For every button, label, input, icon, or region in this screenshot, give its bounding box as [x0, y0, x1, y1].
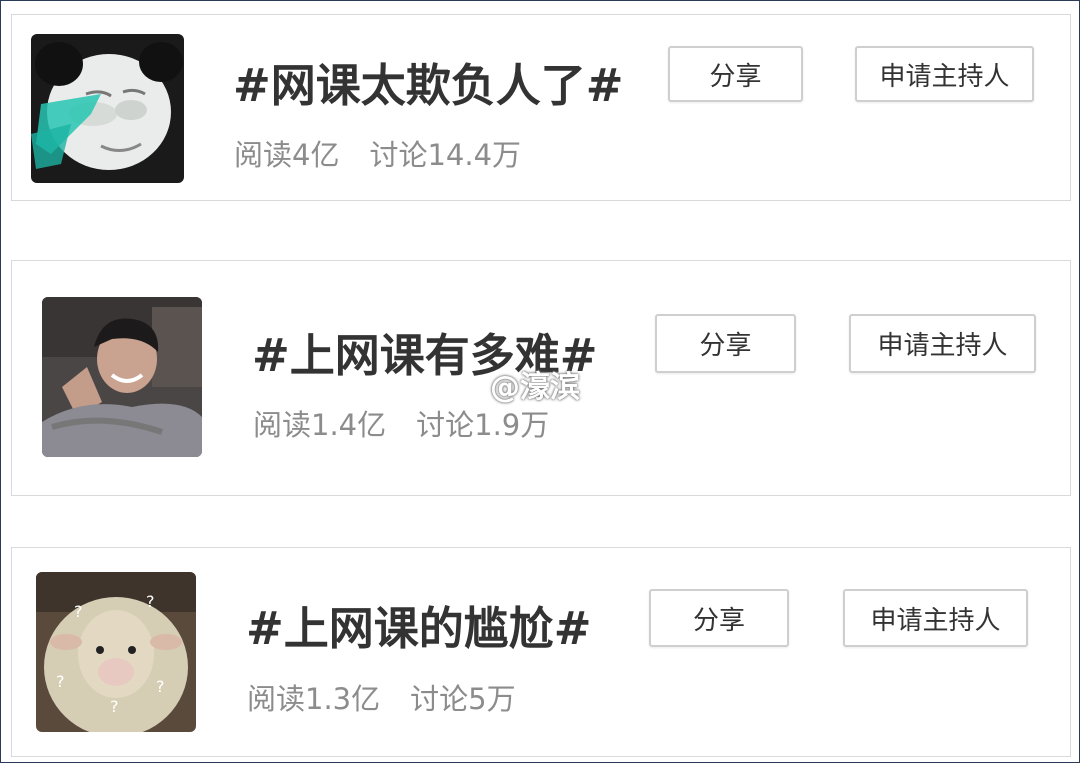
read-count: 阅读1.4亿: [253, 408, 387, 442]
smiling-man-photo[interactable]: [42, 297, 202, 457]
svg-text:?: ?: [156, 677, 165, 696]
svg-text:?: ?: [110, 697, 119, 716]
svg-text:?: ?: [146, 592, 155, 611]
topic-stats: 阅读1.4亿 讨论1.9万: [253, 402, 549, 444]
topic-stats: 阅读4亿 讨论14.4万: [234, 132, 521, 174]
watermark: @濠滨: [490, 370, 580, 405]
topic-stats: 阅读1.3亿 讨论5万: [247, 676, 516, 718]
topic-title[interactable]: #网课太欺负人了#: [233, 49, 623, 114]
topic-title[interactable]: #上网课的尴尬#: [246, 592, 591, 657]
share-button[interactable]: 分享: [655, 314, 796, 373]
discussion-count: 讨论1.9万: [416, 408, 550, 442]
svg-text:?: ?: [56, 672, 65, 691]
share-button[interactable]: 分享: [649, 589, 789, 647]
panda-meme-face-image[interactable]: [31, 34, 184, 183]
confused-sheep-photo[interactable]: ? ? ? ? ?: [36, 572, 196, 732]
read-count: 阅读1.3亿: [247, 682, 381, 716]
apply-host-button[interactable]: 申请主持人: [855, 46, 1034, 102]
svg-text:?: ?: [74, 602, 83, 621]
discussion-count: 讨论14.4万: [369, 138, 522, 172]
topic-card[interactable]: #网课太欺负人了# 阅读4亿 讨论14.4万 分享 申请主持人: [11, 14, 1071, 201]
topic-card[interactable]: ? ? ? ? ? #上网课的尴尬# 阅读1.3亿 讨论5万 分享 申请主持人: [11, 547, 1071, 757]
share-button[interactable]: 分享: [668, 46, 803, 102]
discussion-count: 讨论5万: [410, 682, 516, 716]
read-count: 阅读4亿: [234, 138, 340, 172]
apply-host-button[interactable]: 申请主持人: [849, 314, 1036, 373]
apply-host-button[interactable]: 申请主持人: [843, 589, 1028, 647]
